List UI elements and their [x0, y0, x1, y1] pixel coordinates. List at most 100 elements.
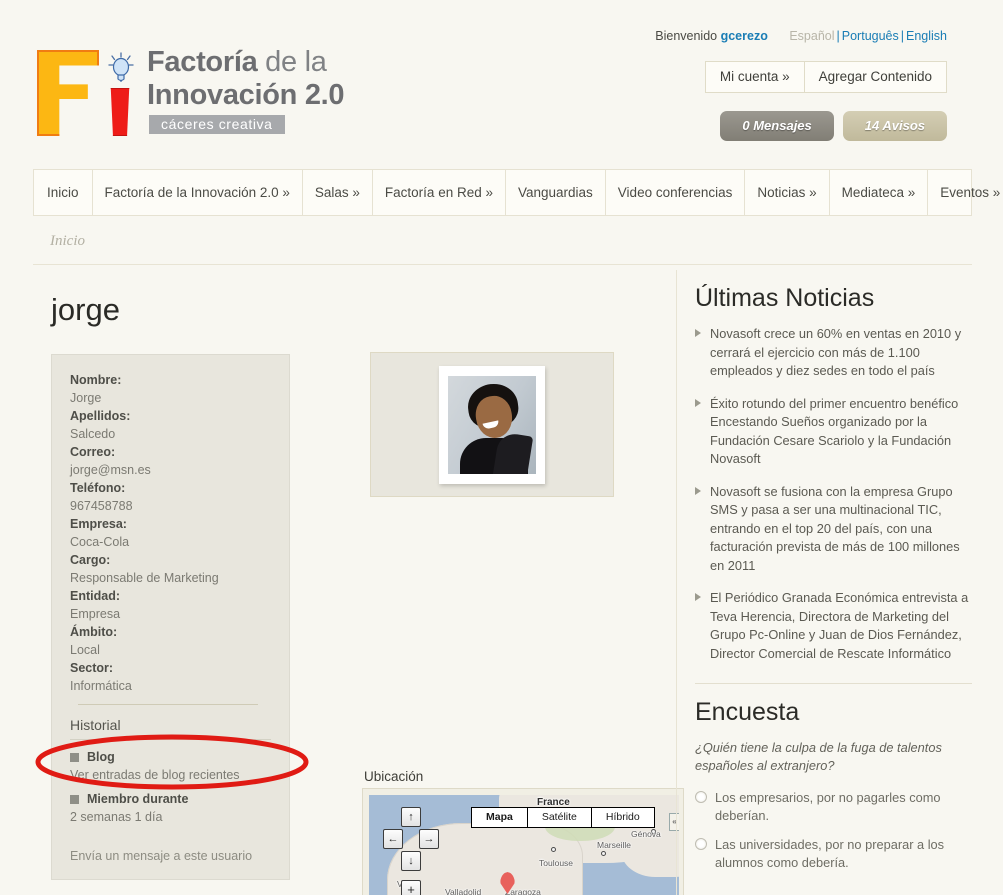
news-heading: Últimas Noticias	[695, 284, 875, 312]
page-root: Factoría de la Innovación 2.0 cáceres cr…	[0, 0, 1003, 895]
history-blog-link[interactable]: Ver entradas de blog recientes	[70, 768, 271, 782]
add-content-button[interactable]: Agregar Contenido	[803, 62, 946, 92]
poll-option[interactable]: Los empresarios, por no pagarles como de…	[695, 789, 972, 825]
map-label: Valladolid	[445, 887, 482, 895]
breadcrumb[interactable]: Inicio	[50, 233, 85, 250]
avatar	[448, 375, 536, 474]
send-message-link[interactable]: Envía un mensaje a este usuario	[70, 849, 252, 863]
sidebar-divider	[695, 683, 972, 684]
field-value-correo: jorge@msn.es	[70, 463, 151, 477]
field-label-sector: Sector:	[70, 661, 114, 675]
site-header: Factoría de la Innovación 2.0 cáceres cr…	[0, 0, 1003, 165]
logo-line2-bold: Innovación 2.0	[147, 79, 345, 111]
my-account-button[interactable]: Mi cuenta »	[705, 62, 804, 92]
news-link[interactable]: Novasoft se fusiona con la empresa Grupo…	[710, 483, 972, 576]
profile-fields: Nombre: Jorge Apellidos: Salcedo Correo:…	[70, 371, 271, 695]
notices-badge[interactable]: 14 Avisos	[842, 111, 947, 141]
bullet-square-icon	[70, 752, 79, 762]
triangle-bullet-icon	[695, 329, 701, 337]
pan-left-button[interactable]: ←	[383, 829, 403, 849]
welcome-prefix: Bienvenido	[655, 29, 718, 43]
site-logo[interactable]: Factoría de la Innovación 2.0 cáceres cr…	[33, 44, 345, 144]
nav-item-inicio[interactable]: Inicio	[34, 170, 93, 215]
field-value-sector: Informática	[70, 679, 132, 693]
sidebar-column: Últimas Noticias Novasoft crece un 60% e…	[676, 270, 972, 895]
map-label: Toulouse	[539, 858, 574, 868]
nav-item-salas[interactable]: Salas »	[303, 170, 373, 215]
logo-mark	[33, 44, 141, 144]
news-list: Novasoft crece un 60% en ventas en 2010 …	[695, 325, 972, 663]
history-heading: Historial	[70, 717, 271, 740]
nav-item-eventos[interactable]: Eventos »	[928, 170, 1003, 215]
main-content-column: jorge Nombre: Jorge Apellidos: Salcedo C…	[33, 270, 684, 895]
field-value-telefono: 967458788	[70, 499, 133, 513]
username-link[interactable]: gcerezo	[721, 29, 768, 43]
profile-info-panel: Nombre: Jorge Apellidos: Salcedo Correo:…	[51, 354, 290, 880]
news-link[interactable]: Novasoft crece un 60% en ventas en 2010 …	[710, 325, 972, 381]
field-label-cargo: Cargo:	[70, 553, 111, 567]
map-type-hibrido[interactable]: Híbrido	[591, 808, 654, 827]
nav-item-noticias[interactable]: Noticias »	[745, 170, 830, 215]
map-type-satelite[interactable]: Satélite	[527, 808, 592, 827]
triangle-bullet-icon	[695, 398, 701, 407]
map-type-switcher: Mapa Satélite Híbrido	[471, 807, 655, 828]
pan-down-button[interactable]: ↓	[401, 851, 421, 871]
map-container: FranceGénovaMarseilleToulouseVigoVallado…	[362, 788, 684, 895]
history-member-value: 2 semanas 1 día	[70, 810, 163, 824]
field-value-empresa: Coca-Cola	[70, 535, 130, 549]
nav-item-mediateca[interactable]: Mediateca »	[830, 170, 929, 215]
logo-wordmark: Factoría de la Innovación 2.0 cáceres cr…	[147, 44, 345, 134]
breadcrumb-divider	[33, 264, 972, 265]
history-member-title: Miembro durante	[87, 792, 189, 806]
lang-link-en[interactable]: English	[906, 29, 947, 43]
map-city-dot	[601, 851, 606, 856]
logo-line1-bold: Factoría	[147, 46, 258, 78]
poll-option[interactable]: Las universidades, por no preparar a los…	[695, 836, 972, 872]
poll-option-label: Las universidades, por no preparar a los…	[715, 837, 945, 870]
news-item: Novasoft crece un 60% en ventas en 2010 …	[695, 325, 972, 381]
lang-link-es[interactable]: Español	[789, 29, 834, 43]
field-value-entidad: Empresa	[70, 607, 121, 621]
pan-right-button[interactable]: →	[419, 829, 439, 849]
news-item: El Periódico Granada Económica entrevist…	[695, 589, 972, 663]
nav-item-factoria[interactable]: Factoría de la Innovación 2.0 »	[93, 170, 303, 215]
page-title: jorge	[51, 292, 120, 327]
radio-button-icon[interactable]	[695, 791, 707, 803]
field-value-ambito: Local	[70, 643, 100, 657]
nav-item-video-conferencias[interactable]: Video conferencias	[606, 170, 746, 215]
radio-button-icon[interactable]	[695, 838, 707, 850]
account-button-group: Mi cuenta » Agregar Contenido	[704, 61, 947, 93]
history-item-blog: Blog Ver entradas de blog recientes	[70, 750, 271, 782]
welcome-bar: Bienvenido gcerezo Español | Português | Eng…	[655, 29, 947, 43]
news-link[interactable]: El Periódico Granada Económica entrevist…	[710, 589, 972, 663]
nav-item-vanguardias[interactable]: Vanguardias	[506, 170, 606, 215]
field-label-empresa: Empresa:	[70, 517, 127, 531]
google-map[interactable]: FranceGénovaMarseilleToulouseVigoVallado…	[369, 795, 679, 895]
messages-badge[interactable]: 0 Mensajes	[720, 111, 834, 141]
poll-option-label: Los empresarios, por no pagarles como de…	[715, 790, 941, 823]
history-member-head: Miembro durante	[70, 792, 271, 806]
news-item: Éxito rotundo del primer encuentro benéf…	[695, 395, 972, 469]
triangle-bullet-icon	[695, 486, 701, 495]
field-label-apellidos: Apellidos:	[70, 409, 131, 423]
language-switcher: Español | Português | English	[789, 29, 947, 43]
profile-photo-panel	[370, 352, 614, 497]
news-item: Novasoft se fusiona con la empresa Grupo…	[695, 483, 972, 576]
map-type-mapa[interactable]: Mapa	[472, 808, 528, 827]
field-label-nombre: Nombre:	[70, 373, 122, 387]
main-navigation: Inicio Factoría de la Innovación 2.0 » S…	[33, 169, 1000, 216]
news-link[interactable]: Éxito rotundo del primer encuentro benéf…	[710, 395, 972, 469]
map-label: Marseille	[597, 840, 632, 850]
logo-letter-i-icon	[110, 88, 130, 136]
history-item-member: Miembro durante 2 semanas 1 día	[70, 792, 271, 824]
photo-frame	[439, 365, 545, 484]
bullet-square-icon	[70, 794, 79, 804]
pan-up-button[interactable]: ↑	[401, 807, 421, 827]
nav-item-factoria-en-red[interactable]: Factoría en Red »	[373, 170, 506, 215]
field-label-correo: Correo:	[70, 445, 116, 459]
logo-tagline: cáceres creativa	[149, 115, 285, 134]
map-city-dot	[551, 847, 556, 852]
field-label-entidad: Entidad:	[70, 589, 120, 603]
zoom-in-button[interactable]: +	[401, 880, 421, 895]
lang-link-pt[interactable]: Português	[842, 29, 899, 43]
